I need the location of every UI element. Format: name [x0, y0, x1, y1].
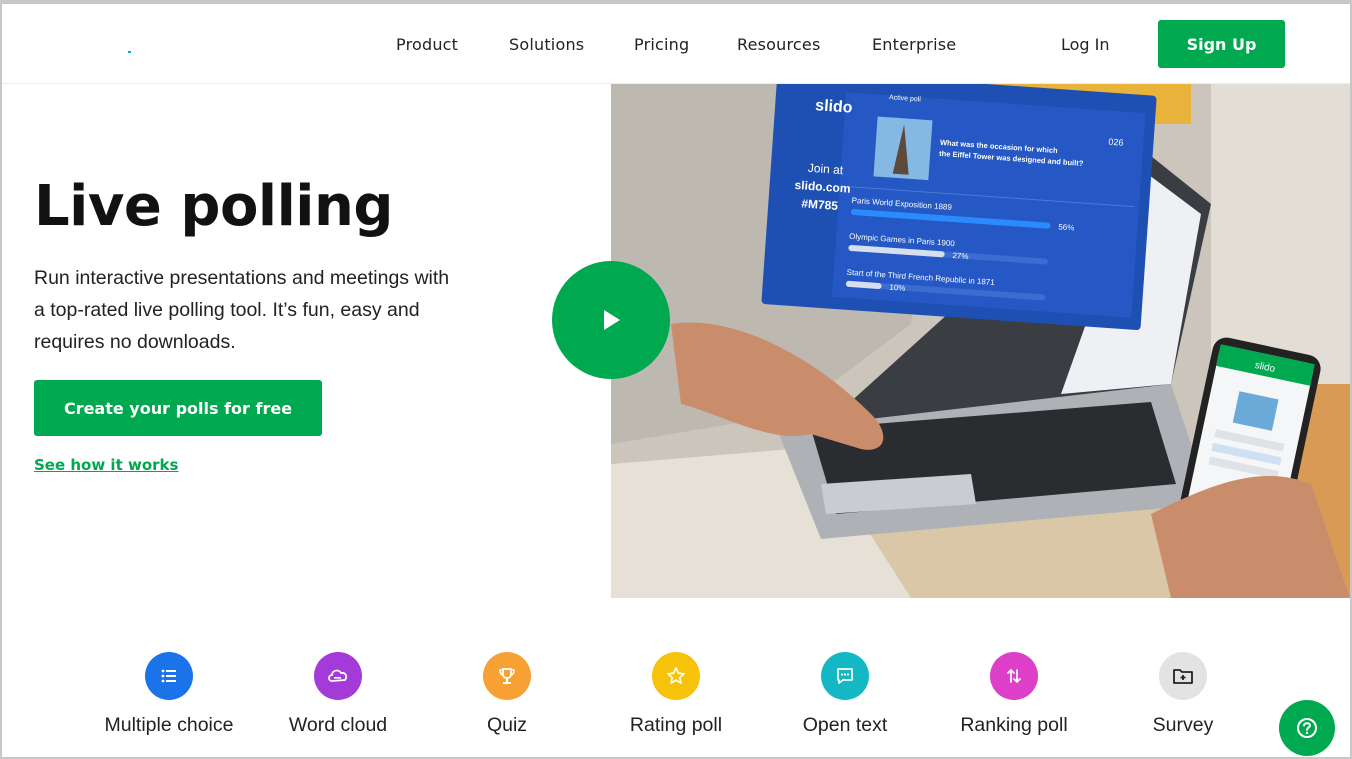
feature-icon-circle: [314, 652, 362, 700]
logo[interactable]: [128, 51, 131, 53]
star-icon: [667, 667, 685, 684]
feature-rating-poll[interactable]: Rating poll: [596, 652, 756, 737]
feature-label: Open text: [802, 714, 888, 736]
play-video-button[interactable]: [552, 261, 670, 379]
see-how-it-works-link[interactable]: See how it works: [34, 456, 178, 474]
join-code: #M785: [801, 196, 839, 213]
feature-open-text[interactable]: Open text: [765, 652, 925, 737]
hero-illustration: slido slido Active poll Join at slido.co…: [611, 84, 1350, 598]
feature-icon-circle: [990, 652, 1038, 700]
poll-percent: 10%: [889, 283, 906, 293]
feature-icon-circle: [483, 652, 531, 700]
top-navigation: Product Solutions Pricing Resources Ente…: [2, 4, 1350, 84]
signup-button[interactable]: Sign Up: [1158, 20, 1285, 68]
nav-resources[interactable]: Resources: [737, 35, 821, 54]
nav-solutions[interactable]: Solutions: [509, 35, 584, 54]
sort-arrows-icon: [1007, 669, 1021, 683]
nav-enterprise[interactable]: Enterprise: [872, 35, 956, 54]
poll-percent: 56%: [1058, 222, 1075, 232]
feature-word-cloud[interactable]: Word cloud: [258, 652, 418, 737]
help-button[interactable]: [1279, 700, 1335, 756]
feature-quiz[interactable]: Quiz: [427, 652, 587, 737]
feature-label: Quiz: [486, 714, 528, 736]
poll-percent: 27%: [952, 251, 969, 261]
feature-label: Survey: [1152, 714, 1214, 736]
trophy-icon: [499, 668, 515, 684]
survey-folder-icon: [1173, 669, 1193, 684]
page: Product Solutions Pricing Resources Ente…: [2, 4, 1350, 757]
nav-product[interactable]: Product: [396, 35, 458, 54]
feature-label: Ranking poll: [960, 714, 1068, 736]
hero-image: slido slido Active poll Join at slido.co…: [611, 84, 1350, 598]
feature-label: Multiple choice: [104, 714, 234, 736]
feature-label: Word cloud: [288, 714, 388, 736]
feature-icon-circle: [821, 652, 869, 700]
feature-label: Rating poll: [629, 714, 723, 736]
hero-description: Run interactive presentations and meetin…: [34, 267, 450, 353]
page-title: Live polling: [34, 174, 393, 239]
chat-icon: [837, 668, 853, 684]
question-mark-icon: [1297, 718, 1317, 738]
poll-brand: slido: [815, 97, 854, 117]
nav-pricing[interactable]: Pricing: [634, 35, 689, 54]
feature-icon-circle: [652, 652, 700, 700]
list-icon: [161, 669, 176, 683]
feature-multiple-choice[interactable]: Multiple choice: [89, 652, 249, 737]
play-icon: [604, 310, 620, 330]
feature-ranking-poll[interactable]: Ranking poll: [934, 652, 1094, 737]
create-polls-button[interactable]: Create your polls for free: [34, 380, 322, 436]
feature-icon-circle: [1159, 652, 1207, 700]
cloud-icon: [328, 669, 348, 682]
feature-survey[interactable]: Survey: [1103, 652, 1263, 737]
join-label: Join at: [807, 161, 844, 177]
login-link[interactable]: Log In: [1061, 35, 1110, 54]
poll-counter: 026: [1108, 137, 1124, 148]
feature-icon-circle: [145, 652, 193, 700]
